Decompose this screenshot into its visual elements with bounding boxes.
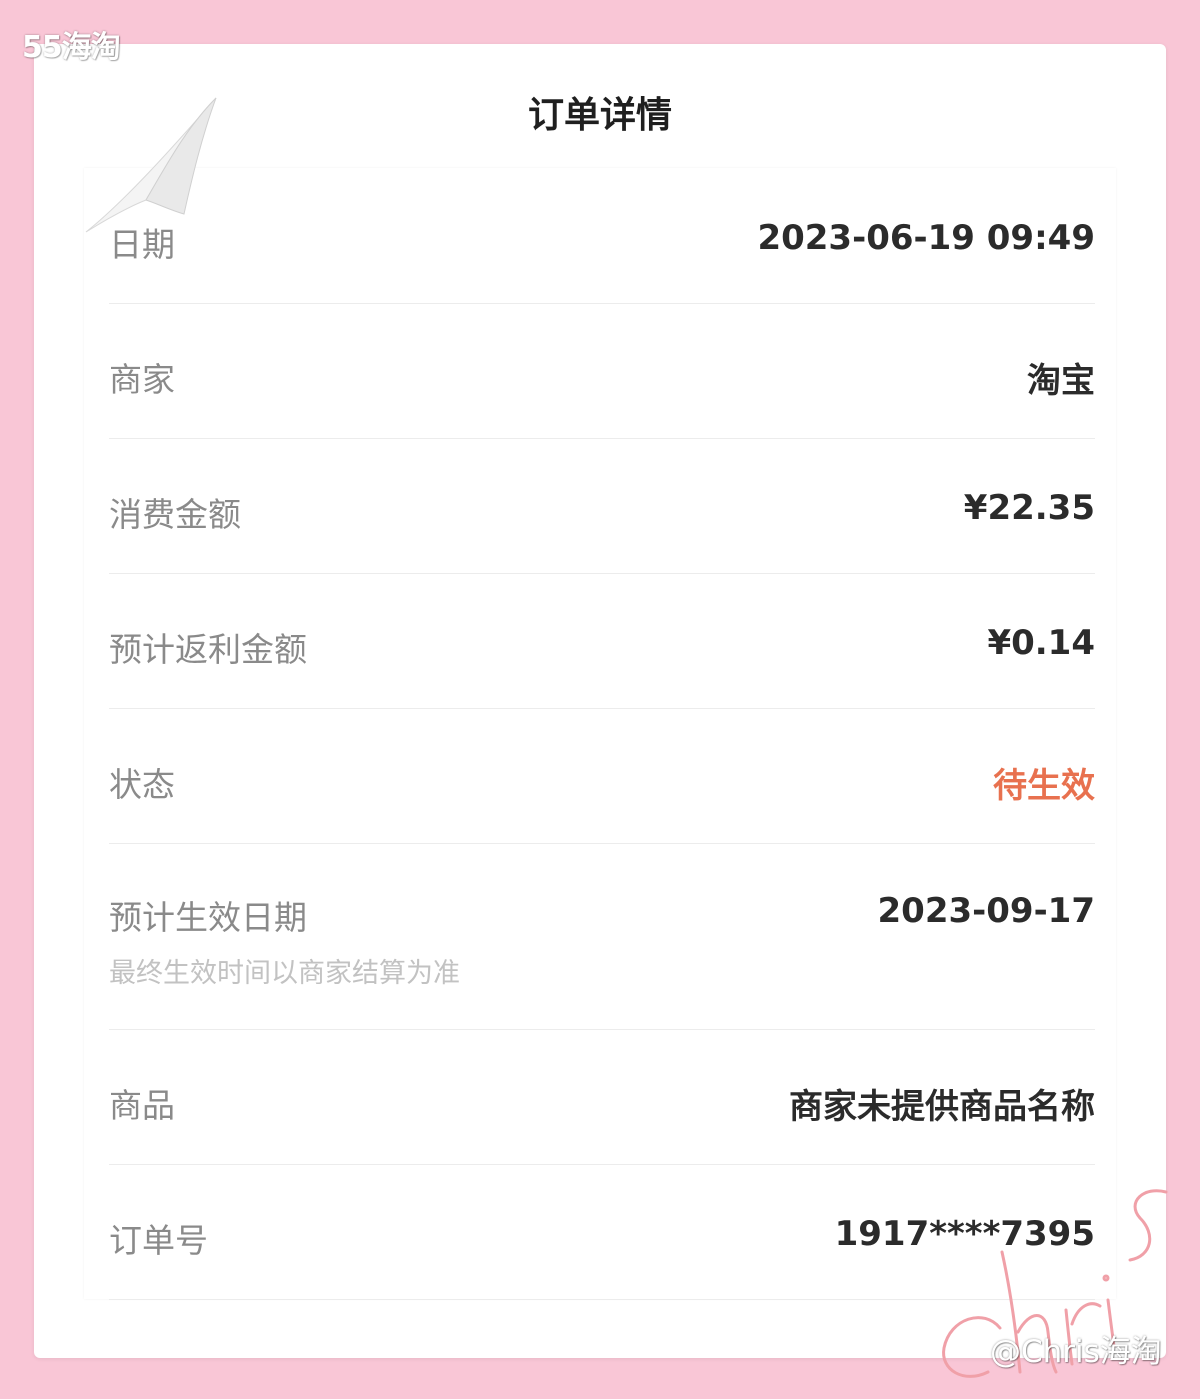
amount-label: 消费金额 xyxy=(109,495,241,534)
status-badge: 待生效 xyxy=(993,766,1095,806)
page-title: 订单详情 xyxy=(527,95,672,136)
order-number-label: 订单号 xyxy=(109,1221,208,1260)
merchant-value: 淘宝 xyxy=(1027,361,1095,401)
date-value: 2023-06-19 09:49 xyxy=(757,218,1095,258)
order-detail-card: 日期 2023-06-19 09:49 商家 淘宝 消费金额 ¥22.35 预计… xyxy=(84,168,1116,1300)
detail-row-product: 商品 商家未提供商品名称 xyxy=(109,1029,1095,1165)
detail-row-rebate: 预计返利金额 ¥0.14 xyxy=(109,573,1095,709)
detail-row-merchant: 商家 淘宝 xyxy=(109,303,1095,439)
detail-row-amount: 消费金额 ¥22.35 xyxy=(109,438,1095,574)
watermark: @Chris海淘 xyxy=(990,1334,1162,1370)
rebate-label: 预计返利金额 xyxy=(109,630,307,669)
effective-date-note: 最终生效时间以商家结算为准 xyxy=(109,958,460,989)
effective-date-value: 2023-09-17 xyxy=(877,891,1095,931)
rebate-value: ¥0.14 xyxy=(987,623,1095,663)
detail-row-status: 状态 待生效 xyxy=(109,708,1095,844)
amount-value: ¥22.35 xyxy=(963,488,1095,528)
status-label: 状态 xyxy=(109,765,175,804)
effective-date-label: 预计生效日期 xyxy=(109,898,307,937)
product-label: 商品 xyxy=(109,1086,175,1125)
detail-row-date: 日期 2023-06-19 09:49 xyxy=(109,168,1095,304)
site-logo: 55海淘 xyxy=(22,30,121,65)
detail-row-effective-date: 预计生效日期 最终生效时间以商家结算为准 2023-09-17 xyxy=(109,843,1095,1030)
product-value: 商家未提供商品名称 xyxy=(789,1087,1095,1127)
merchant-label: 商家 xyxy=(109,360,175,399)
